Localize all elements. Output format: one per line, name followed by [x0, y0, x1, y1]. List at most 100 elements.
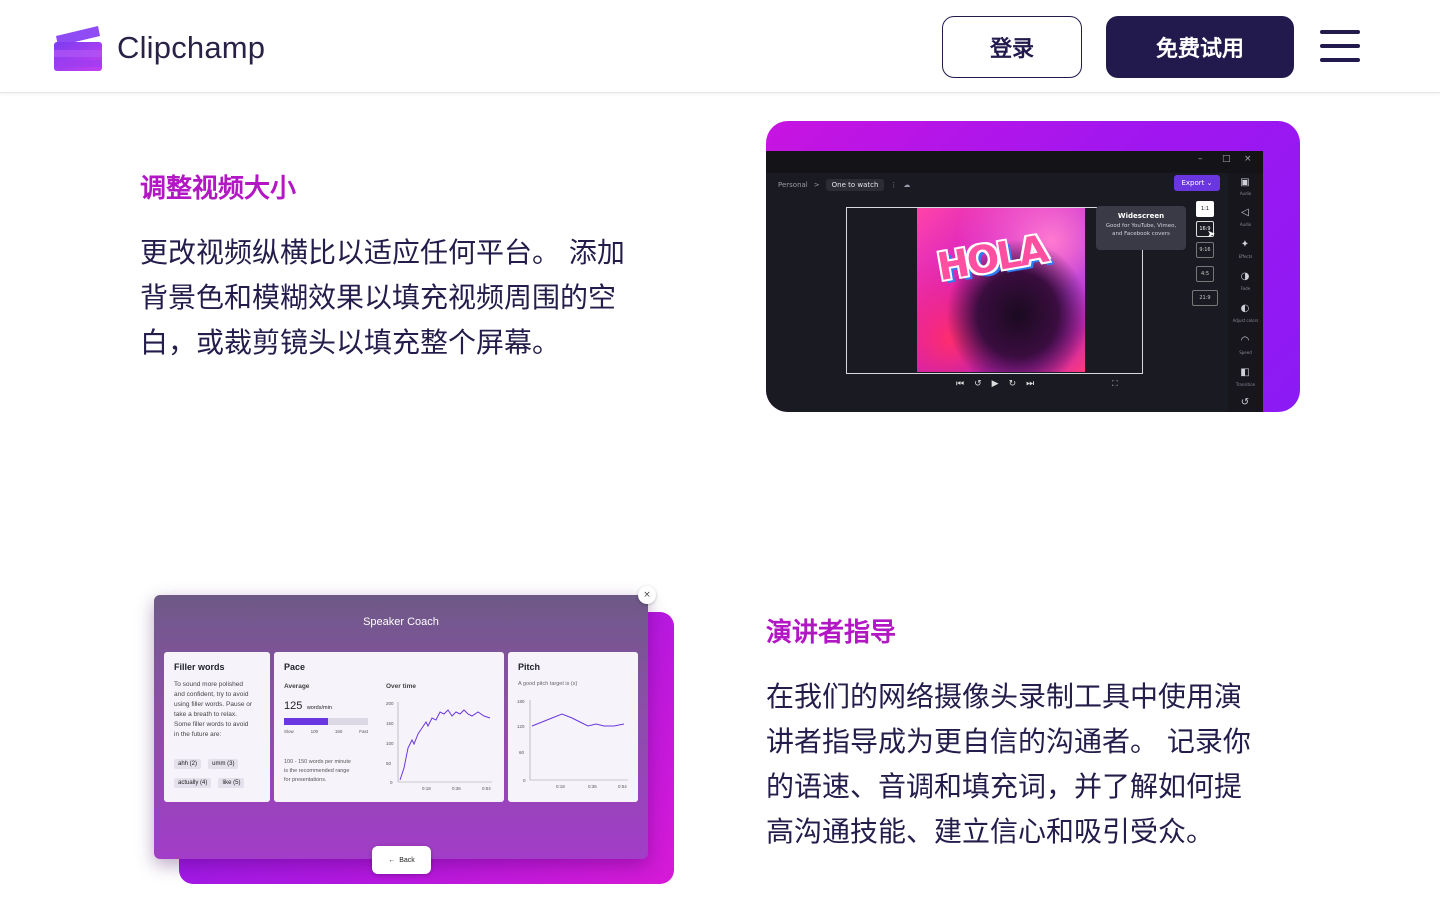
x-tick: 0:54 — [482, 786, 491, 791]
speaker-coach-description: 在我们的网络摄像头录制工具中使用演 讲者指导成为更自信的沟通者。 记录你 的语速… — [766, 674, 1326, 854]
breadcrumb-root: Personal — [778, 181, 808, 189]
speaker-coach-image: Speaker Coach Filler words To sound more… — [154, 595, 648, 859]
editor-titlebar: – □ × — [766, 151, 1263, 173]
breadcrumb-separator: > — [813, 181, 820, 189]
undo-icon: ↺ — [1240, 397, 1250, 408]
card-heading: Filler words — [174, 662, 225, 672]
description-line: 背景色和模糊效果以填充视频周围的空 — [140, 281, 617, 314]
y-tick: 120 — [517, 724, 525, 729]
rail-label: Speed — [1239, 350, 1252, 355]
pace-unit: words/min — [306, 705, 332, 711]
close-icon: × — [1244, 154, 1252, 164]
contrast-icon: ◐ — [1240, 303, 1250, 314]
y-tick: 60 — [519, 750, 525, 755]
forward-icon: ↻ — [1008, 379, 1017, 389]
y-tick: 150 — [386, 721, 394, 726]
speaker-coach-heading: 演讲者指导 — [766, 618, 897, 648]
description-line: 在我们的网络摄像头录制工具中使用演 — [766, 680, 1243, 713]
x-tick: 0:18 — [422, 786, 431, 791]
description-line: 更改视频纵横比以适应任何平台。 添加 — [140, 236, 625, 269]
login-button[interactable]: 登录 — [942, 16, 1082, 78]
card-text-line: and confident, try to avoid — [174, 691, 249, 698]
pace-chart: 200 150 100 50 0 0:18 0:36 0:54 — [386, 701, 492, 791]
y-tick: 100 — [386, 741, 394, 746]
rail-label: Audio — [1239, 191, 1252, 196]
card-heading: Pace — [284, 662, 306, 672]
pitch-card: Pitch A good pitch target is (x) 180 120… — [508, 652, 638, 802]
y-tick: 0 — [390, 780, 393, 785]
x-tick: 0:36 — [588, 784, 597, 789]
hamburger-menu-icon[interactable] — [1320, 30, 1362, 64]
card-text-line: in the future are: — [174, 731, 222, 738]
card-heading: Pitch — [518, 662, 541, 672]
scale-label: 150 — [334, 729, 343, 734]
resize-feature-image: – □ × Personal > One to watch ⋮ ☁ Export… — [766, 121, 1300, 412]
ratio-option: 9:16 — [1196, 242, 1214, 258]
speaker-icon: ◁ — [1241, 207, 1249, 218]
note-line: is the recommended range — [284, 768, 350, 774]
filler-tag: umm (3) — [208, 759, 239, 769]
y-tick: 0 — [523, 778, 526, 783]
brand-name[interactable]: Clipchamp — [117, 30, 265, 66]
resize-video-heading: 调整视频大小 — [140, 174, 297, 204]
scale-label: Slow — [284, 729, 294, 734]
fade-icon: ◑ — [1240, 271, 1250, 282]
card-text-line: take a breath to relax. — [174, 711, 237, 718]
x-tick: 0:18 — [556, 784, 565, 789]
ratio-option: 1:1 — [1196, 201, 1214, 217]
chevron-down-icon: ⌄ — [1206, 179, 1213, 187]
filler-tag: like (5) — [218, 778, 245, 788]
tooltip-body-line: and Facebook covers — [1112, 231, 1170, 237]
rail-label: Audio — [1239, 222, 1252, 227]
card-text-line: using filler words. Pause or — [174, 701, 253, 708]
filler-tag: actually (4) — [174, 778, 212, 788]
breadcrumb: Personal > One to watch ⋮ ☁ — [778, 179, 910, 191]
rail-label: Transition — [1235, 382, 1256, 387]
rail-label: Effects — [1238, 254, 1253, 259]
pitch-chart: 180 120 60 0 0:18 0:36 0:54 — [517, 699, 628, 789]
ratio-option: 4:5 — [1196, 266, 1214, 282]
pace-value-group: 125 words/min — [284, 696, 332, 714]
clipchamp-logo-icon[interactable] — [54, 24, 102, 71]
tooltip-title: Widescreen — [1117, 212, 1165, 220]
description-line: 高沟通技能、建立信心和吸引受众。 — [766, 815, 1215, 848]
speed-icon: ◠ — [1240, 335, 1250, 346]
pace-card: Pace Average 125 words/min Slow 100 150 … — [274, 652, 504, 802]
rail-label: Adjust colors — [1232, 318, 1259, 323]
export-label: Export — [1181, 179, 1205, 187]
wand-icon: ✦ — [1240, 239, 1250, 250]
over-time-label: Over time — [386, 683, 416, 690]
pace-note: 100 - 150 words per minute is the recomm… — [284, 758, 351, 785]
minimize-icon: – — [1198, 154, 1203, 164]
site-header: Clipchamp 登录 免费试用 — [0, 0, 1440, 93]
pitch-subtitle: A good pitch target is (x) — [518, 681, 578, 687]
x-tick: 0:54 — [618, 784, 627, 789]
back-button: ← Back — [372, 846, 431, 874]
hola-sticker: HOLA — [934, 226, 1050, 290]
back-label: Back — [399, 856, 415, 864]
y-tick: 50 — [386, 761, 392, 766]
tooltip-body-line: Good for YouTube, Vimeo, — [1105, 223, 1177, 229]
preview-image: HOLA — [917, 208, 1085, 372]
more-icon: ⋮ — [890, 181, 898, 189]
project-name: One to watch — [825, 179, 885, 191]
rewind-icon: ↺ — [974, 379, 982, 389]
description-line: 的语速、音调和填充词，并了解如何提 — [766, 770, 1243, 803]
pace-progress-bar — [284, 718, 368, 725]
cursor-icon: ➤ — [1207, 229, 1216, 240]
export-button: Export ⌄ — [1174, 175, 1220, 191]
filler-tag: ahh (2) — [174, 759, 202, 769]
free-trial-button[interactable]: 免费试用 — [1106, 16, 1294, 78]
pace-progress-fill — [284, 718, 328, 725]
scale-label: 100 — [310, 729, 319, 734]
close-icon: × — [638, 586, 656, 604]
pitch-line — [531, 713, 625, 727]
pace-value: 125 — [284, 700, 303, 712]
pace-line — [399, 709, 491, 781]
description-line: 讲者指导成为更自信的沟通者。 记录你 — [766, 725, 1251, 758]
y-tick: 200 — [386, 701, 394, 706]
card-text-line: To sound more polished — [174, 681, 244, 688]
pace-scale: Slow 100 150 Fast — [284, 729, 368, 734]
fullscreen-icon: ⛶ — [1112, 379, 1118, 388]
filler-words-card: Filler words To sound more polished and … — [164, 652, 270, 802]
